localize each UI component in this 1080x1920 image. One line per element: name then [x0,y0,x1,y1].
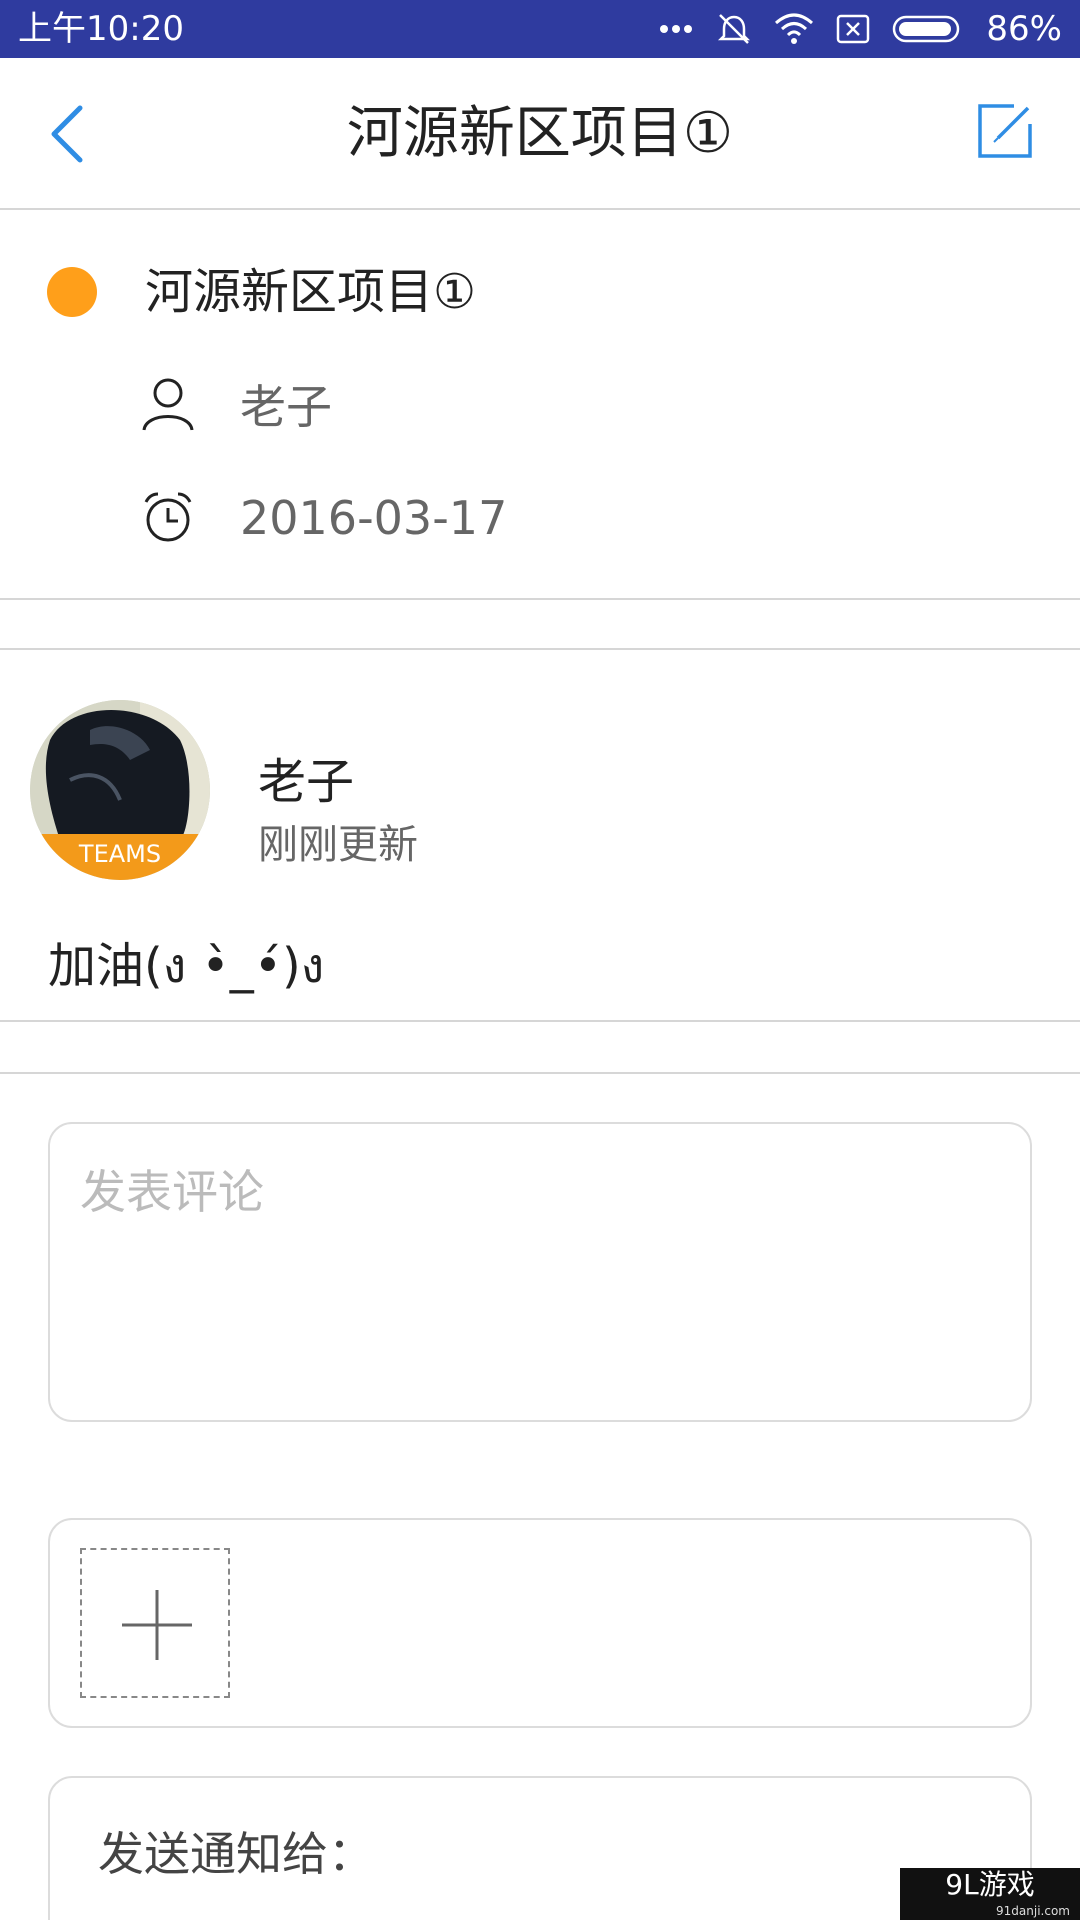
edit-button[interactable] [974,100,1036,162]
sim-x-icon [836,13,870,45]
date-row: 2016-03-17 [142,488,507,548]
notify-label: 发送通知给： [98,1827,374,1881]
status-time: 上午10:20 [18,9,184,49]
post-item: TEAMS 老子 刚刚更新 加油(ง •̀_•́)ง [0,652,1080,1022]
plus-icon [122,1590,192,1660]
wifi-icon [774,13,814,45]
back-chevron-icon [51,105,83,163]
page-title: 河源新区项目① [346,101,734,166]
status-icons: 86% [658,8,1062,50]
alarm-off-icon [716,11,752,47]
post-time: 刚刚更新 [258,822,418,868]
post-content: 加油(ง •̀_•́)ง [48,938,325,994]
alarm-clock-icon [144,492,192,542]
post-author: 老子 [258,754,355,810]
watermark-text: 9L游戏 [945,1868,1035,1901]
add-image-button[interactable] [80,1548,230,1698]
owner-row: 老子 [142,374,332,434]
app-bar: 河源新区项目① [0,58,1080,210]
edit-icon [978,104,1032,158]
avatar-band: TEAMS [30,834,210,880]
project-info: 河源新区项目① 老子 2016-03-17 [0,212,1080,600]
watermark: 9L游戏 91danji.com [900,1868,1080,1920]
back-button[interactable] [40,98,100,170]
more-dots-icon [658,23,694,35]
watermark-sub: 91danji.com [996,1904,1070,1918]
avatar[interactable]: TEAMS [30,700,210,880]
attachment-panel [48,1518,1032,1728]
project-date: 2016-03-17 [240,491,508,545]
person-icon [142,378,194,431]
battery-percent: 86% [986,9,1062,49]
comment-input[interactable]: 发表评论 [48,1122,1032,1422]
status-dot [47,267,97,317]
owner-name: 老子 [240,380,332,434]
battery-icon [892,15,964,43]
section-divider [0,1022,1080,1074]
section-divider [0,600,1080,650]
notify-panel[interactable]: 发送通知给： [48,1776,1032,1920]
status-bar: 上午10:20 86% [0,0,1080,58]
project-name: 河源新区项目① [145,264,477,320]
